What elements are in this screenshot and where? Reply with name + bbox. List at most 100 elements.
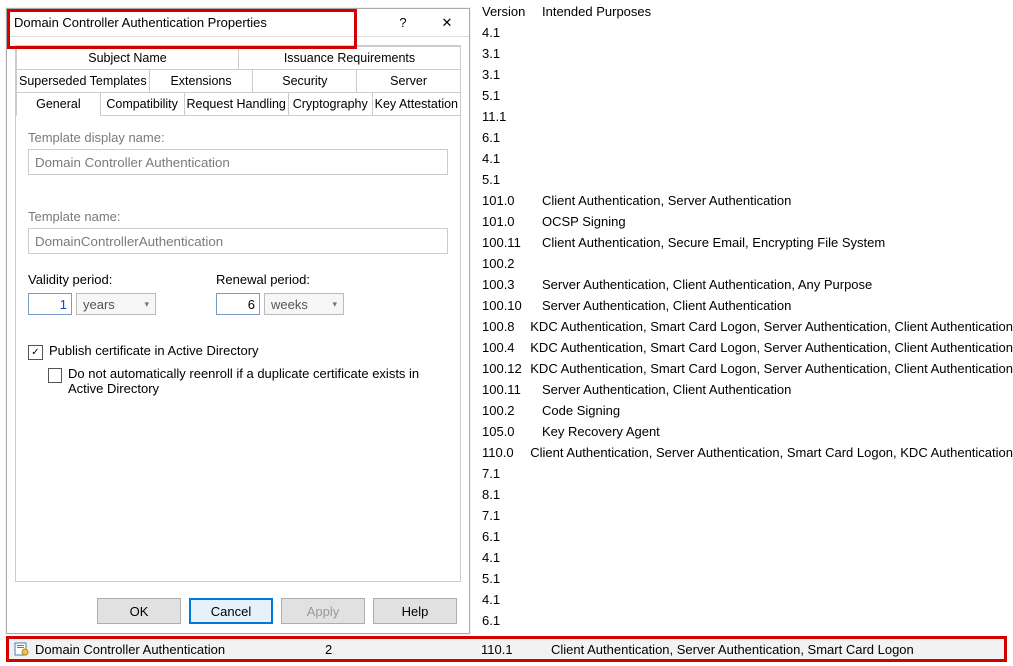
- help-button[interactable]: Help: [373, 598, 457, 624]
- list-row[interactable]: 100.8KDC Authentication, Smart Card Logo…: [470, 316, 1013, 337]
- list-row[interactable]: 4.1: [470, 547, 1013, 568]
- list-row[interactable]: 100.12KDC Authentication, Smart Card Log…: [470, 358, 1013, 379]
- tab-cryptography[interactable]: Cryptography: [288, 93, 372, 116]
- row-version: 4.1: [482, 592, 542, 607]
- renewal-unit-select[interactable]: weeks ▾: [264, 293, 344, 315]
- list-row[interactable]: 4.1: [470, 589, 1013, 610]
- row-purposes: Client Authentication, Server Authentica…: [530, 445, 1013, 460]
- tab-request-handling[interactable]: Request Handling: [184, 93, 288, 116]
- list-row[interactable]: 101.0Client Authentication, Server Authe…: [470, 190, 1013, 211]
- row-version: 110.0: [482, 445, 530, 460]
- row-version: 6.1: [482, 130, 542, 145]
- row-purposes: Key Recovery Agent: [542, 424, 1013, 439]
- list-row[interactable]: 100.3Server Authentication, Client Authe…: [470, 274, 1013, 295]
- list-row[interactable]: 100.10Server Authentication, Client Auth…: [470, 295, 1013, 316]
- no-reenroll-label: Do not automatically reenroll if a dupli…: [68, 366, 448, 396]
- chevron-down-icon: ▾: [332, 299, 337, 310]
- row-version: 100.11: [482, 235, 542, 250]
- row-version: 11.1: [482, 109, 542, 124]
- no-reenroll-checkbox[interactable]: [48, 368, 62, 383]
- list-row[interactable]: 100.2Code Signing: [470, 400, 1013, 421]
- apply-button: Apply: [281, 598, 365, 624]
- row-version: 3.1: [482, 46, 542, 61]
- renewal-value-input[interactable]: [216, 293, 260, 315]
- dialog-titlebar[interactable]: Domain Controller Authentication Propert…: [7, 9, 469, 37]
- list-row[interactable]: 6.1: [470, 127, 1013, 148]
- list-row[interactable]: 100.11Client Authentication, Secure Emai…: [470, 232, 1013, 253]
- publish-checkbox[interactable]: ✓: [28, 345, 43, 360]
- tab-key-attestation[interactable]: Key Attestation: [372, 93, 460, 116]
- dialog-close-button[interactable]: ✕: [425, 9, 469, 36]
- tab-superseded-templates[interactable]: Superseded Templates: [16, 70, 149, 93]
- selected-template-row[interactable]: Domain Controller Authentication 2 110.1…: [6, 636, 1007, 662]
- selected-name: Domain Controller Authentication: [35, 642, 325, 657]
- row-version: 101.0: [482, 193, 542, 208]
- list-row[interactable]: 110.0Client Authentication, Server Authe…: [470, 442, 1013, 463]
- row-version: 100.11: [482, 382, 542, 397]
- list-row[interactable]: 8.1: [470, 484, 1013, 505]
- list-row[interactable]: 5.1: [470, 85, 1013, 106]
- row-purposes: Client Authentication, Secure Email, Enc…: [542, 235, 1013, 250]
- selected-purposes: Client Authentication, Server Authentica…: [551, 642, 1004, 657]
- row-version: 6.1: [482, 529, 542, 544]
- tab-security[interactable]: Security: [252, 70, 356, 93]
- row-version: 100.2: [482, 256, 542, 271]
- row-version: 105.0: [482, 424, 542, 439]
- list-row[interactable]: 100.11Server Authentication, Client Auth…: [470, 379, 1013, 400]
- list-row[interactable]: 7.1: [470, 505, 1013, 526]
- row-version: 6.1: [482, 613, 542, 628]
- selected-version: 110.1: [481, 642, 551, 657]
- tab-general[interactable]: General: [16, 93, 100, 116]
- row-purposes: Server Authentication, Client Authentica…: [542, 277, 1013, 292]
- dialog-help-button[interactable]: ?: [381, 9, 425, 36]
- template-name-label: Template name:: [28, 209, 448, 224]
- col-version-header: Version: [482, 4, 542, 19]
- chevron-down-icon: ▾: [144, 299, 149, 310]
- templates-list[interactable]: Version Intended Purposes 4.13.13.15.111…: [470, 0, 1013, 630]
- row-version: 7.1: [482, 466, 542, 481]
- display-name-label: Template display name:: [28, 130, 448, 145]
- general-panel: Template display name: Template name: Va…: [15, 116, 461, 582]
- dialog-tabs: Subject NameIssuance Requirements Supers…: [15, 45, 461, 116]
- tab-subject-name[interactable]: Subject Name: [16, 46, 238, 70]
- validity-value-input[interactable]: [28, 293, 72, 315]
- validity-unit-text: years: [83, 297, 115, 312]
- renewal-label: Renewal period:: [216, 272, 344, 287]
- tab-server[interactable]: Server: [356, 70, 460, 93]
- list-row[interactable]: 4.1: [470, 22, 1013, 43]
- properties-dialog: Domain Controller Authentication Propert…: [6, 8, 470, 634]
- list-row[interactable]: 5.1: [470, 169, 1013, 190]
- list-row[interactable]: 100.4KDC Authentication, Smart Card Logo…: [470, 337, 1013, 358]
- row-version: 100.10: [482, 298, 542, 313]
- list-row[interactable]: 4.1: [470, 148, 1013, 169]
- validity-unit-select[interactable]: years ▾: [76, 293, 156, 315]
- row-version: 3.1: [482, 67, 542, 82]
- tab-compatibility[interactable]: Compatibility: [100, 93, 184, 116]
- certificate-icon: [13, 640, 31, 658]
- row-version: 100.12: [482, 361, 530, 376]
- list-row[interactable]: 7.1: [470, 463, 1013, 484]
- selected-col2: 2: [325, 642, 481, 657]
- list-row[interactable]: 6.1: [470, 526, 1013, 547]
- dialog-button-bar: OK Cancel Apply Help: [7, 589, 469, 633]
- ok-button[interactable]: OK: [97, 598, 181, 624]
- row-version: 100.4: [482, 340, 530, 355]
- cancel-button[interactable]: Cancel: [189, 598, 273, 624]
- display-name-input: [28, 149, 448, 175]
- publish-label: Publish certificate in Active Directory: [49, 343, 259, 358]
- list-row[interactable]: 3.1: [470, 43, 1013, 64]
- list-row[interactable]: 11.1: [470, 106, 1013, 127]
- list-row[interactable]: 5.1: [470, 568, 1013, 589]
- list-row[interactable]: 101.0OCSP Signing: [470, 211, 1013, 232]
- list-row[interactable]: 3.1: [470, 64, 1013, 85]
- row-version: 5.1: [482, 172, 542, 187]
- row-purposes: OCSP Signing: [542, 214, 1013, 229]
- list-row[interactable]: 6.1: [470, 610, 1013, 630]
- tab-issuance-requirements[interactable]: Issuance Requirements: [238, 46, 460, 70]
- list-row[interactable]: 105.0Key Recovery Agent: [470, 421, 1013, 442]
- row-version: 4.1: [482, 550, 542, 565]
- row-version: 5.1: [482, 88, 542, 103]
- list-row[interactable]: 100.2: [470, 253, 1013, 274]
- tab-extensions[interactable]: Extensions: [149, 70, 253, 93]
- dialog-title: Domain Controller Authentication Propert…: [7, 15, 381, 30]
